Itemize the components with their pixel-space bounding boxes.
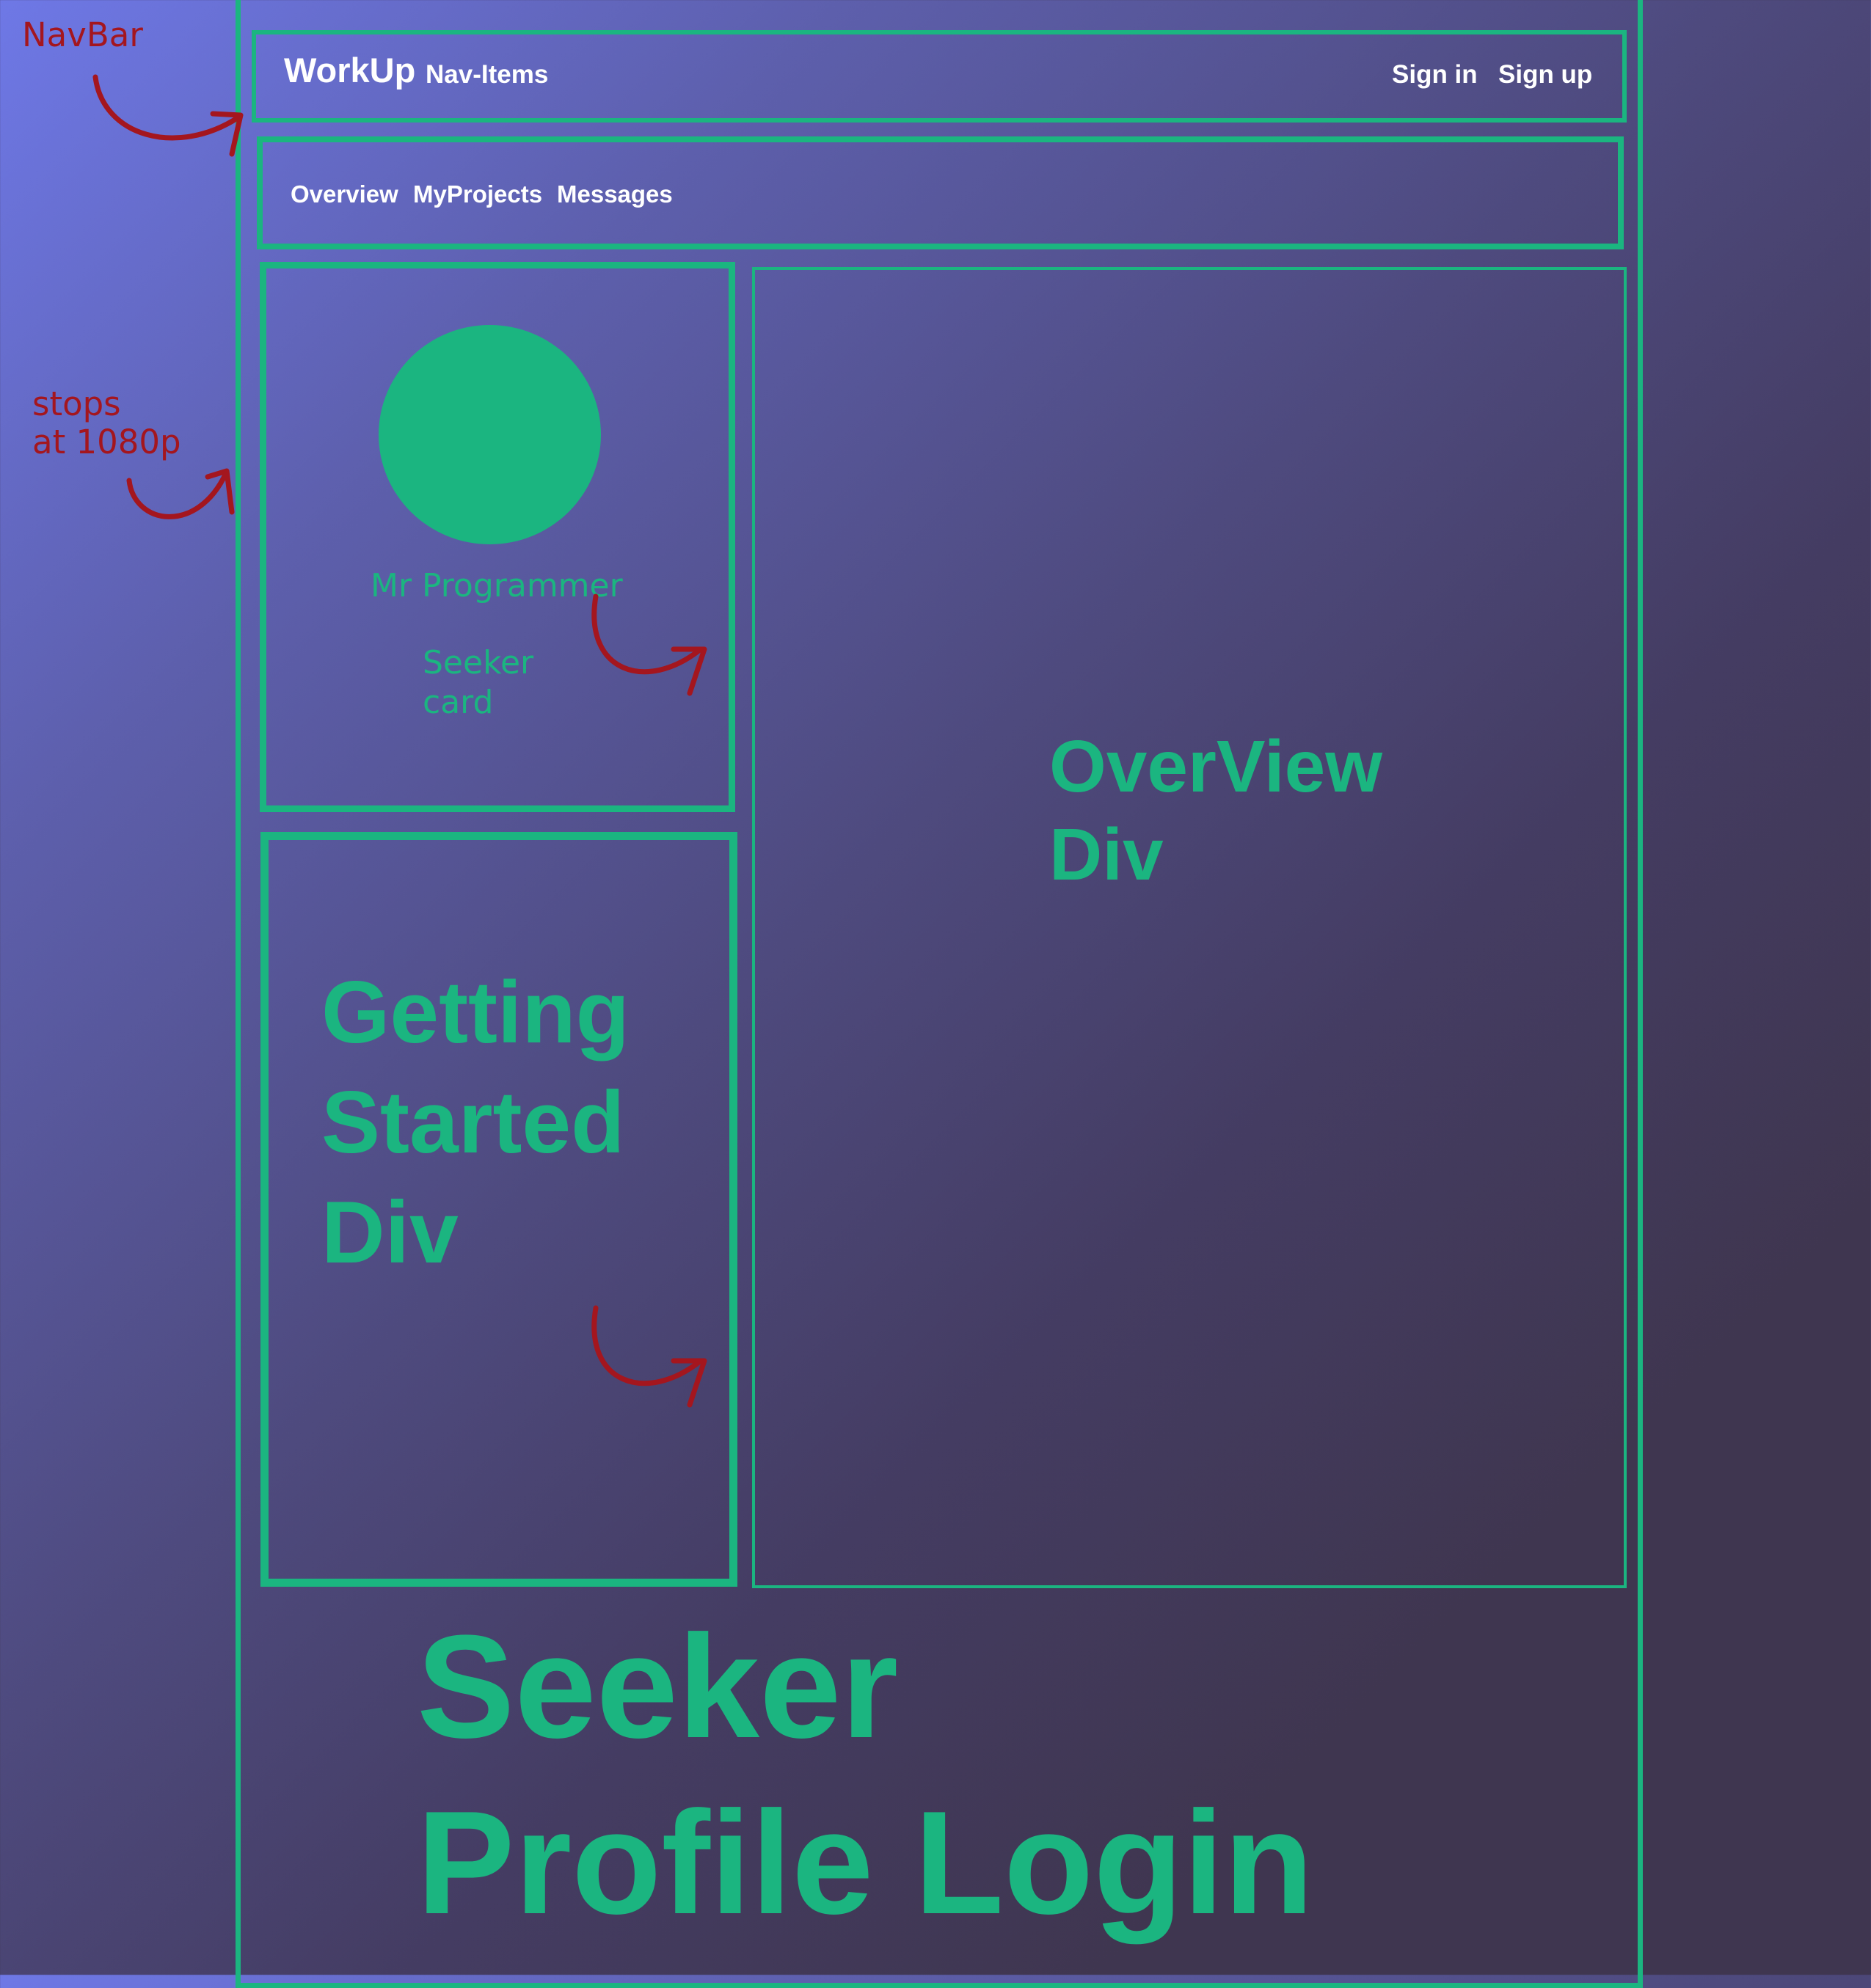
sign-up-link[interactable]: Sign up — [1498, 59, 1592, 90]
curved-arrow-icon — [92, 74, 244, 157]
curved-arrow-icon — [126, 468, 235, 519]
overview-label: OverView Div — [1049, 726, 1383, 896]
tab-messages[interactable]: Messages — [557, 180, 673, 209]
brand-logo[interactable]: WorkUp — [284, 50, 415, 91]
user-name: Mr Programmer — [371, 567, 623, 604]
page: { "navbar": { "brand": "WorkUp", "nav_it… — [0, 0, 1871, 1988]
sign-in-link[interactable]: Sign in — [1392, 59, 1478, 90]
seeker-card-label: Seeker card — [423, 644, 534, 721]
overview-panel — [752, 267, 1627, 1588]
page-title: Seeker Profile Login — [417, 1605, 1314, 1945]
avatar[interactable] — [379, 325, 601, 544]
navbar-annotation: NavBar — [22, 15, 143, 54]
nav-items-link[interactable]: Nav-Items — [426, 59, 548, 90]
stops-annotation: stops at 1080p — [32, 384, 181, 461]
tab-overview[interactable]: Overview — [291, 180, 398, 209]
tab-myprojects[interactable]: MyProjects — [413, 180, 542, 209]
curved-arrow-icon — [591, 593, 707, 696]
curved-arrow-icon — [591, 1305, 707, 1408]
getting-started-label: Getting Started Div — [321, 963, 630, 1282]
